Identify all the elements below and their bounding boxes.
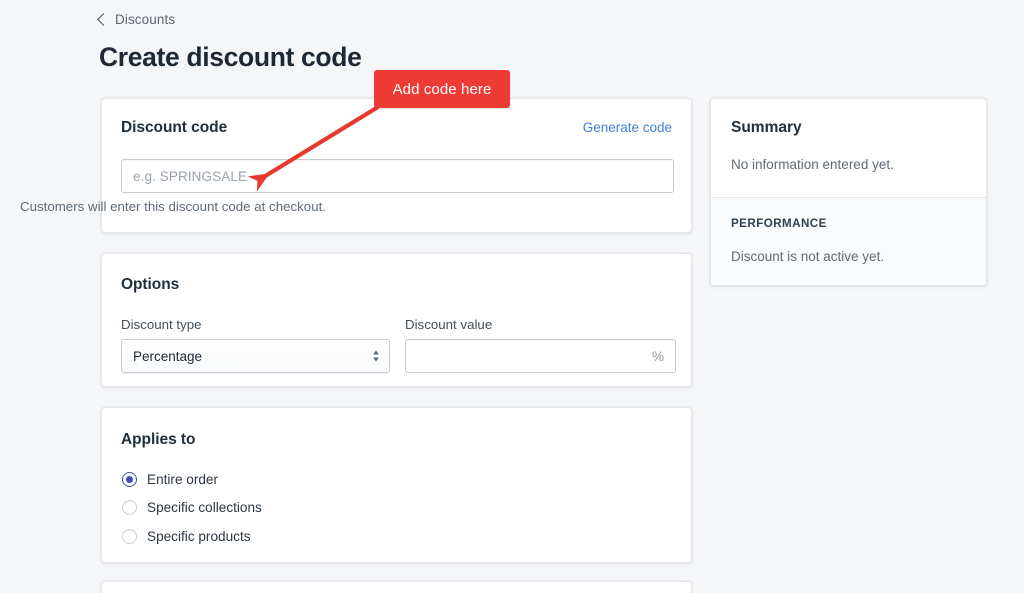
page-root: Discounts Create discount code Discount … (0, 0, 1024, 593)
radio-icon-unchecked[interactable] (122, 500, 137, 515)
applies-to-card: Applies to Entire order Specific collect… (101, 407, 692, 563)
generate-code-link[interactable]: Generate code (583, 120, 672, 135)
discount-code-title: Discount code (121, 119, 228, 136)
discount-code-input-placeholder: e.g. SPRINGSALE (133, 168, 248, 184)
radio-label: Entire order (147, 472, 219, 487)
options-title: Options (121, 276, 180, 293)
discount-code-input[interactable]: e.g. SPRINGSALE (121, 159, 674, 193)
radio-icon-unchecked[interactable] (122, 529, 137, 544)
radio-label: Specific products (147, 529, 251, 544)
radio-label: Specific collections (147, 500, 262, 515)
performance-body: Discount is not active yet. (731, 249, 885, 264)
options-card: Options Discount type Percentage Discoun… (101, 253, 692, 387)
radio-icon-checked[interactable] (122, 472, 137, 487)
percent-suffix: % (651, 348, 664, 364)
chevron-left-icon (97, 13, 110, 26)
page-title: Create discount code (99, 42, 362, 72)
discount-code-help-text: Customers will enter this discount code … (20, 199, 326, 214)
performance-section: PERFORMANCE Discount is not active yet. (711, 198, 986, 285)
radio-option-entire-order[interactable]: Entire order (122, 472, 218, 487)
discount-value-input[interactable]: % (405, 339, 676, 373)
applies-to-title: Applies to (121, 431, 196, 448)
radio-option-specific-collections[interactable]: Specific collections (122, 500, 262, 515)
discount-type-label: Discount type (121, 317, 202, 332)
breadcrumb-label: Discounts (115, 12, 176, 27)
summary-section: Summary No information entered yet. (711, 99, 986, 172)
next-card-partial (101, 581, 692, 593)
radio-option-specific-products[interactable]: Specific products (122, 529, 251, 544)
select-stepper-icon (373, 350, 379, 362)
discount-type-select[interactable]: Percentage (121, 339, 390, 373)
summary-title: Summary (731, 119, 802, 136)
annotation-callout-label: Add code here (392, 80, 492, 98)
performance-title: PERFORMANCE (731, 217, 827, 230)
annotation-callout: Add code here (374, 70, 510, 108)
discount-type-value: Percentage (133, 348, 203, 364)
summary-panel: Summary No information entered yet. PERF… (710, 98, 987, 286)
summary-body: No information entered yet. (731, 157, 894, 172)
discount-code-card-header: Discount code Generate code (121, 119, 672, 137)
discount-value-label: Discount value (405, 317, 493, 332)
breadcrumb-back-discounts[interactable]: Discounts (97, 12, 176, 27)
